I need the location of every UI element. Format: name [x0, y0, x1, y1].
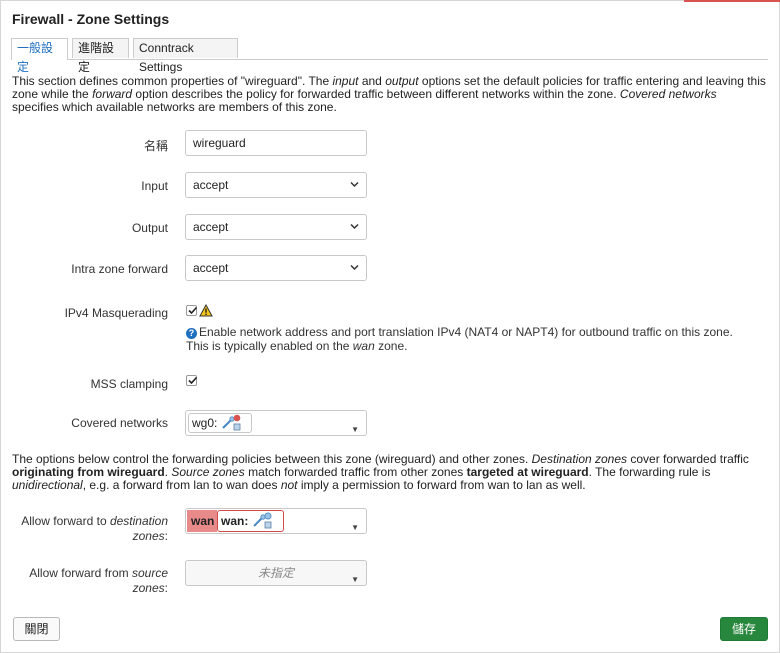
- chevron-down-icon: ▼: [351, 523, 359, 532]
- forwarding-text: The options below control the forwarding…: [12, 452, 532, 466]
- chevron-down-icon: [350, 181, 359, 188]
- checkmark-icon: [188, 376, 198, 385]
- masquerading-label: IPv4 Masquerading: [64, 306, 168, 320]
- intra-zone-select[interactable]: accept: [185, 255, 367, 281]
- chevron-down-icon: ▼: [351, 425, 359, 434]
- source-zones-label: Allow forward from source zones:: [13, 566, 168, 596]
- forwarding-text: match forwarded traffic from other zones: [244, 465, 467, 479]
- dest-zones-label-text: Allow forward to: [21, 514, 110, 528]
- dest-zone-chip-label: wan:: [221, 514, 249, 528]
- forwarding-origin-bold: originating from wireguard: [12, 465, 165, 479]
- save-button[interactable]: 儲存: [720, 617, 768, 641]
- input-policy-label: Input: [141, 179, 168, 193]
- forwarding-not-word: not: [280, 478, 298, 492]
- chevron-down-icon: [350, 264, 359, 271]
- name-label: 名稱: [143, 139, 168, 153]
- tab-conntrack[interactable]: Conntrack Settings: [133, 38, 238, 74]
- forwarding-dest-word: Destination zones: [531, 452, 628, 466]
- source-zones-label-italic: zones: [132, 581, 165, 595]
- dest-zones-label-italic: zones: [132, 529, 165, 543]
- intro-input-word: input: [332, 74, 359, 88]
- network-chip-wg0[interactable]: wg0:: [188, 413, 252, 433]
- source-zones-label-italic: source: [131, 566, 168, 580]
- dest-zones-label-italic: destination: [109, 514, 168, 528]
- zone-description: This section defines common properties o…: [12, 75, 766, 114]
- forwarding-text: , e.g. a forward from lan to wan does: [82, 478, 281, 492]
- source-zones-label-text: Allow forward from: [29, 566, 132, 580]
- forwarding-target-bold: targeted at wireguard: [466, 465, 589, 479]
- intro-text: and: [358, 74, 386, 88]
- tab-general[interactable]: 一般設定: [11, 38, 68, 74]
- intro-output-word: output: [385, 74, 419, 88]
- intro-text: This section defines common properties o…: [12, 74, 333, 88]
- tunnel-interface-icon: [221, 414, 241, 431]
- checkmark-icon: [188, 306, 198, 315]
- masquerading-help-wan: wan: [352, 339, 375, 353]
- close-button[interactable]: 關閉: [13, 617, 60, 641]
- forwarding-text: cover forwarded traffic: [627, 452, 749, 466]
- wan-interface-icon: [252, 512, 272, 529]
- masquerading-help: ? Enable network address and port transla…: [186, 325, 756, 353]
- output-policy-value: accept: [193, 220, 229, 234]
- masquerading-help-text: zone.: [374, 339, 408, 353]
- covered-networks-label: Covered networks: [71, 416, 168, 430]
- forwarding-uni-word: unidirectional: [12, 478, 83, 492]
- mss-clamping-checkbox[interactable]: [186, 375, 198, 386]
- intro-forward-word: forward: [92, 87, 133, 101]
- help-icon: ?: [186, 328, 197, 339]
- intro-text: option describes the policy for forwarde…: [132, 87, 620, 101]
- input-policy-select[interactable]: accept: [185, 172, 367, 198]
- mss-clamping-label: MSS clamping: [90, 377, 168, 391]
- covered-networks-select[interactable]: wg0: ▼: [185, 410, 367, 436]
- dest-zone-chip-wan[interactable]: wan:: [217, 510, 284, 532]
- source-zones-select[interactable]: 未指定 ▼: [185, 560, 367, 586]
- chevron-down-icon: [350, 223, 359, 230]
- forwarding-text: imply a permission to forward from wan t…: [297, 478, 586, 492]
- warning-icon: [199, 304, 213, 317]
- chevron-down-icon: ▼: [351, 575, 359, 584]
- source-zones-label-colon: :: [164, 581, 168, 595]
- tab-advanced[interactable]: 進階設定: [72, 38, 129, 74]
- forwarding-src-word: Source zones: [171, 465, 245, 479]
- dest-zones-label-colon: :: [164, 529, 168, 543]
- intro-covered-word: Covered networks: [619, 87, 717, 101]
- source-zones-placeholder: 未指定: [257, 566, 294, 580]
- forwarding-text: . The forwarding rule is: [588, 465, 711, 479]
- intra-zone-value: accept: [193, 261, 229, 275]
- input-policy-value: accept: [193, 178, 229, 192]
- dest-zones-label: Allow forward to destination zones:: [13, 514, 168, 544]
- output-policy-label: Output: [131, 221, 168, 235]
- intro-text: specifies which available networks are m…: [12, 100, 337, 114]
- name-input[interactable]: wireguard: [185, 130, 367, 156]
- forwarding-description: The options below control the forwarding…: [12, 453, 766, 492]
- masquerading-help-text: Enable network address and port translat…: [186, 325, 733, 353]
- zone-badge-wan: wan: [187, 510, 217, 532]
- tab-bar: 一般設定 進階設定 Conntrack Settings: [11, 38, 768, 74]
- output-policy-select[interactable]: accept: [185, 214, 367, 240]
- modal-title: Firewall - Zone Settings: [12, 11, 170, 27]
- masquerading-checkbox[interactable]: [186, 305, 198, 316]
- network-chip-label: wg0:: [192, 416, 218, 430]
- dest-zones-select[interactable]: wan wan: ▼: [185, 508, 367, 534]
- modal-top-accent: [684, 0, 780, 2]
- intra-zone-label: Intra zone forward: [71, 262, 168, 276]
